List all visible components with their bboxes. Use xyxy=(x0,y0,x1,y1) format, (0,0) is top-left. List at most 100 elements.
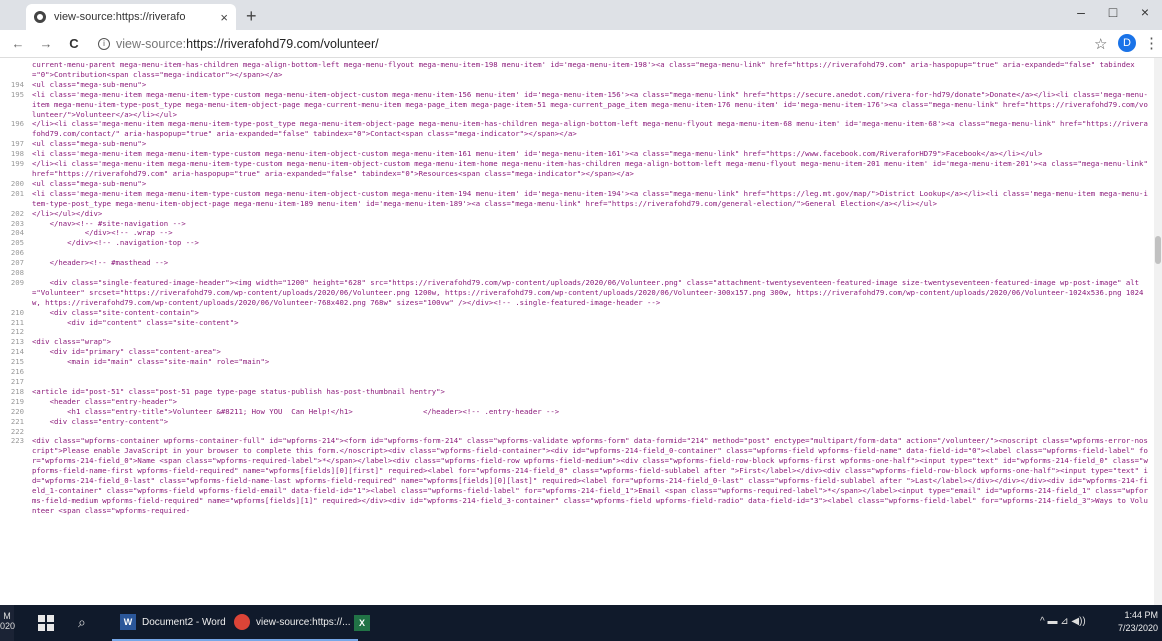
line-code: current-menu-parent mega-menu-item-has-c… xyxy=(32,60,1135,79)
line-number: 208 xyxy=(10,268,24,278)
taskbar-chrome-app[interactable]: view-source:https://... xyxy=(226,605,359,641)
scrollbar-track[interactable] xyxy=(1154,58,1162,605)
excel-icon: X xyxy=(354,615,370,631)
source-line: 219 <header class="entry-header"> xyxy=(4,397,1148,407)
source-line: 223 <div class="wpforms-container wpforms… xyxy=(4,436,1148,515)
taskbar-word-label: Document2 - Word xyxy=(142,616,226,628)
line-number: 221 xyxy=(10,416,24,426)
profile-avatar[interactable]: D xyxy=(1118,34,1136,52)
line-code: </div><!-- .navigation-top --> xyxy=(32,238,199,248)
line-code: <div id="content" class="site-content"> xyxy=(32,317,239,327)
line-code: <article id="post-51" class="post-51 pag… xyxy=(32,386,445,396)
maximize-button[interactable]: □ xyxy=(1098,4,1128,20)
chrome-favicon-icon xyxy=(34,11,46,23)
line-code: <div class="entry-content"> xyxy=(32,416,169,426)
line-number: 206 xyxy=(10,248,24,258)
line-number: 216 xyxy=(10,367,24,377)
clock-date: 7/23/2020 xyxy=(1118,623,1159,633)
line-code: <header class="entry-header"> xyxy=(32,396,177,406)
taskbar-clock[interactable]: 1:44 PM 7/23/2020 xyxy=(1118,609,1158,635)
line-number: 203 xyxy=(10,218,24,228)
line-code: <div class="single-featured-image-header… xyxy=(32,277,1144,307)
browser-toolbar: ← → C i view-source: https://riverafohd7… xyxy=(0,30,1162,58)
back-button[interactable]: ← xyxy=(8,36,28,51)
source-line: 205 </div><!-- .navigation-top --> xyxy=(4,238,1148,248)
line-code: </nav><!-- #site-navigation --> xyxy=(32,218,186,228)
line-number: 218 xyxy=(10,386,24,396)
taskbar-excel-app[interactable]: X xyxy=(346,605,384,641)
line-code: <li class='mega-menu-item mega-menu-item… xyxy=(32,149,1043,159)
line-number: 196 xyxy=(10,119,24,129)
line-number: 202 xyxy=(10,208,24,218)
line-number: 199 xyxy=(10,159,24,169)
line-code: <li class='mega-menu-item mega-menu-item… xyxy=(32,188,1148,208)
url-text: https://riverafohd79.com/volunteer/ xyxy=(186,36,379,51)
source-line: 199 </li><li class='mega-menu-item mega-m… xyxy=(4,159,1148,179)
line-code: <div class="site-content-contain"> xyxy=(32,307,199,317)
browser-tab[interactable]: view-source:https://riverafo × xyxy=(26,4,236,30)
line-number: 209 xyxy=(10,277,24,287)
source-line: 212 xyxy=(4,327,1148,337)
address-bar[interactable]: i view-source: https://riverafohd79.com/… xyxy=(98,37,379,51)
source-line: 214 <div id="primary" class="content-are… xyxy=(4,347,1148,357)
line-code: <li class='mega-menu-item mega-menu-item… xyxy=(32,89,1148,119)
line-code: </li><li class='mega-menu-item mega-menu… xyxy=(32,119,1148,139)
taskbar-word-app[interactable]: W Document2 - Word xyxy=(112,605,234,641)
line-code: <h1 class="entry-title">Volunteer &#8211… xyxy=(32,406,560,416)
source-line: 222 xyxy=(4,427,1148,437)
line-number: 195 xyxy=(10,89,24,99)
minimize-button[interactable]: – xyxy=(1066,4,1096,20)
line-number: 194 xyxy=(10,79,24,89)
url-scheme: view-source: xyxy=(116,36,187,51)
system-tray[interactable]: ^ ▬ ⊿ ◀)) xyxy=(1040,616,1086,627)
source-line: 218 <article id="post-51" class="post-51 … xyxy=(4,387,1148,397)
windows-start-icon[interactable] xyxy=(38,615,54,631)
line-code: </header><!-- #masthead --> xyxy=(32,258,169,268)
source-line: 211 <div id="content" class="site-conten… xyxy=(4,318,1148,328)
line-number xyxy=(4,60,32,80)
line-code: </li><li class='mega-menu-item mega-menu… xyxy=(32,159,1153,178)
source-line: 203 </nav><!-- #site-navigation --> xyxy=(4,219,1148,229)
windows-taskbar: M 020 ⌕ W Document2 - Word view-source:h… xyxy=(0,605,1162,641)
forward-button[interactable]: → xyxy=(36,36,56,51)
line-number: 219 xyxy=(10,396,24,406)
taskbar-chrome-label: view-source:https://... xyxy=(256,616,351,628)
line-number: 211 xyxy=(10,317,24,327)
line-number: 212 xyxy=(10,327,24,337)
word-icon: W xyxy=(120,614,136,630)
line-code: <ul class="mega-sub-menu"> xyxy=(32,139,147,149)
source-line: 194 <ul class="mega-sub-menu"> xyxy=(4,80,1148,90)
line-number: 198 xyxy=(10,149,24,159)
line-number: 223 xyxy=(10,436,24,446)
source-line: 196 </li><li class='mega-menu-item mega-m… xyxy=(4,119,1148,139)
close-window-button[interactable]: × xyxy=(1130,4,1160,20)
source-line: 220 <h1 class="entry-title">Volunteer &#… xyxy=(4,407,1148,417)
line-code: <div id="primary" class="content-area"> xyxy=(32,347,221,357)
line-number: 200 xyxy=(10,178,24,188)
tab-close-icon[interactable]: × xyxy=(220,10,228,25)
line-code: <main id="main" class="site-main" role="… xyxy=(32,357,270,367)
line-number: 204 xyxy=(10,228,24,238)
info-icon[interactable]: i xyxy=(98,37,110,50)
scrollbar-thumb[interactable] xyxy=(1155,236,1161,264)
line-number: 214 xyxy=(10,347,24,357)
line-code: <ul class="mega-sub-menu"> xyxy=(32,178,147,188)
reload-button[interactable]: C xyxy=(64,36,84,51)
line-code: <div class="wpforms-container wpforms-co… xyxy=(32,436,1148,515)
chrome-menu-icon[interactable]: ⋮ xyxy=(1144,34,1159,52)
source-line: 206 xyxy=(4,248,1148,258)
search-icon[interactable]: ⌕ xyxy=(78,614,86,631)
line-number: 213 xyxy=(10,337,24,347)
source-line: 201 <li class='mega-menu-item mega-menu-i… xyxy=(4,189,1148,209)
bookmark-star-icon[interactable]: ☆ xyxy=(1094,35,1107,53)
clock-time: 1:44 PM xyxy=(1124,610,1158,620)
new-tab-button[interactable]: + xyxy=(246,6,257,27)
source-line: 200 <ul class="mega-sub-menu"> xyxy=(4,179,1148,189)
source-line: 213 <div class="wrap"> xyxy=(4,337,1148,347)
taskbar-edge-label: M 020 xyxy=(0,605,15,641)
line-number: 222 xyxy=(10,426,24,436)
page-source-view[interactable]: current-menu-parent mega-menu-item-has-c… xyxy=(0,58,1162,605)
